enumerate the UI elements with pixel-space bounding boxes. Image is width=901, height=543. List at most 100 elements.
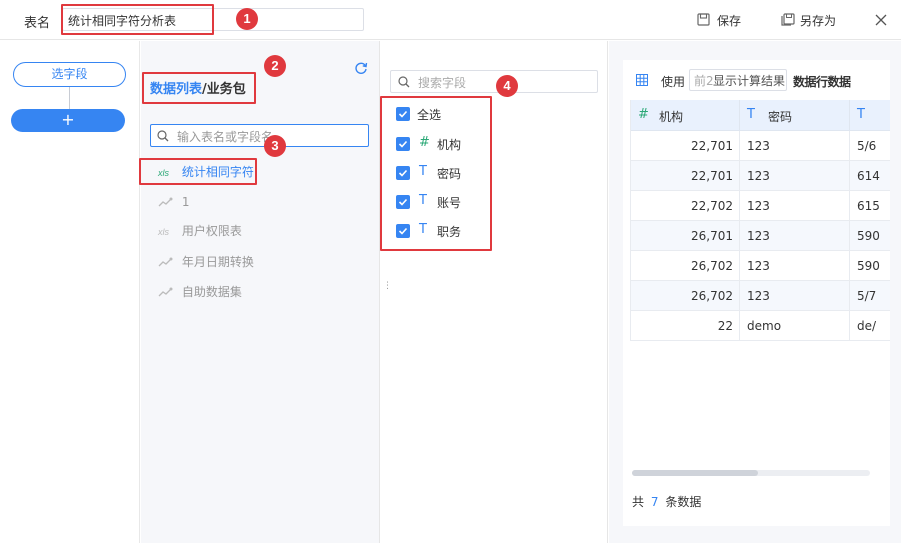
xls-icon: xls xyxy=(158,227,169,237)
preview-card: 使用 前2 显示计算结果 数据行数据 # 机构 T 密码 T 22,701 12… xyxy=(623,60,890,526)
dataset-icon xyxy=(158,287,173,296)
checkbox xyxy=(396,224,410,238)
add-step-button[interactable]: + xyxy=(11,109,125,132)
table-item-label: 年月日期转换 xyxy=(181,254,254,269)
table-search-input[interactable]: 输入表名或字段名 xyxy=(150,124,369,147)
data-rows-label: 数据行数据 xyxy=(793,75,851,89)
cell-3: 590 xyxy=(857,259,880,273)
record-count-value: 7 xyxy=(650,495,659,509)
dataset-icon xyxy=(158,197,173,206)
checkbox xyxy=(396,166,410,180)
table-body: 22,701 123 5/6 22,701 123 614 22,702 123… xyxy=(630,131,890,341)
table-name-input[interactable]: 统计相同字符分析表 xyxy=(62,8,364,31)
cell-mima: 123 xyxy=(747,199,770,213)
table-item-label: 自助数据集 xyxy=(181,284,242,299)
column-header-mima[interactable]: 密码 xyxy=(768,108,792,125)
number-type-icon: # xyxy=(638,107,649,122)
table-item-user-permissions[interactable]: xls 用户权限表 xyxy=(158,222,242,240)
save-as-label: 另存为 xyxy=(800,14,837,28)
select-all-label: 全选 xyxy=(417,108,442,122)
field-label: 机构 xyxy=(437,138,462,152)
scrollbar-thumb[interactable] xyxy=(632,470,758,476)
field-label: 账号 xyxy=(437,196,462,210)
select-fields-step[interactable]: 选字段 xyxy=(13,62,126,87)
cell-mima: 123 xyxy=(747,229,770,243)
use-label: 使用 xyxy=(661,75,686,89)
table-header-row: # 机构 T 密码 T xyxy=(630,100,890,131)
table-item-label: 1 xyxy=(181,194,190,209)
save-label: 保存 xyxy=(717,14,742,28)
text-type-icon: T xyxy=(419,193,427,208)
cell-jigou: 26,702 xyxy=(691,289,733,303)
field-label: 职务 xyxy=(437,225,462,239)
table-name-value: 统计相同字符分析表 xyxy=(68,14,177,28)
search-icon xyxy=(157,130,169,142)
cell-mima: 123 xyxy=(747,289,770,303)
annotation-badge-1: 1 xyxy=(236,8,258,30)
fields-panel: 搜索字段 xyxy=(381,41,608,543)
record-count-suffix: 条数据 xyxy=(665,495,702,509)
tab-business-pack[interactable]: 业务包 xyxy=(207,82,246,97)
table-row: 22,702 123 615 xyxy=(630,191,890,221)
horizontal-scrollbar[interactable] xyxy=(632,470,870,476)
cell-mima: demo xyxy=(747,319,782,333)
cell-mima: 123 xyxy=(747,259,770,273)
source-tabs: 数据列表/业务包 xyxy=(150,78,246,97)
tab-data-list[interactable]: 数据列表 xyxy=(150,82,202,97)
text-type-icon: T xyxy=(419,222,427,237)
cell-jigou: 26,702 xyxy=(691,259,733,273)
table-row: 22,701 123 5/6 xyxy=(630,131,890,161)
left-panel: 选字段 + xyxy=(0,41,140,543)
number-type-icon: # xyxy=(419,135,430,150)
table-row: 26,701 123 590 xyxy=(630,221,890,251)
cell-jigou: 26,701 xyxy=(691,229,733,243)
table-item-label: 统计相同字符 xyxy=(181,165,254,179)
table-grid-icon xyxy=(636,74,648,86)
table-item-date-conversion[interactable]: 年月日期转换 xyxy=(158,252,254,270)
refresh-icon[interactable] xyxy=(354,61,368,75)
text-type-icon: T xyxy=(857,107,865,122)
table-row: 26,702 123 5/7 xyxy=(630,281,890,311)
cell-jigou: 22,702 xyxy=(691,199,733,213)
table-row: 22 demo de/ xyxy=(630,311,890,341)
panel-resize-handle[interactable]: ⋮ xyxy=(383,282,392,296)
table-row: 22,701 123 614 xyxy=(630,161,890,191)
cell-jigou: 22,701 xyxy=(691,139,733,153)
checkbox xyxy=(396,137,410,151)
table-row: 26,702 123 590 xyxy=(630,251,890,281)
cell-3: 590 xyxy=(857,229,880,243)
field-label: 密码 xyxy=(437,167,462,181)
text-type-icon: T xyxy=(419,164,427,179)
show-calc-result-toggle[interactable]: 显示计算结果 xyxy=(713,72,785,89)
checkbox xyxy=(396,107,410,121)
table-item-label: 用户权限表 xyxy=(181,224,242,238)
record-count: 共 7 条数据 xyxy=(632,493,701,510)
checkbox xyxy=(396,195,410,209)
cell-3: 5/6 xyxy=(857,139,877,153)
annotation-badge-4: 4 xyxy=(496,75,518,97)
table-item-tongji[interactable]: xls 统计相同字符 xyxy=(158,163,254,181)
cell-jigou: 22 xyxy=(717,319,733,333)
save-as-icon xyxy=(781,13,795,26)
column-header-jigou[interactable]: 机构 xyxy=(659,108,683,125)
step-connector xyxy=(69,87,70,109)
table-search-placeholder: 输入表名或字段名 xyxy=(177,130,274,144)
save-icon xyxy=(697,13,710,26)
record-count-prefix: 共 xyxy=(632,495,645,509)
field-search-input[interactable]: 搜索字段 xyxy=(390,70,598,93)
cell-3: 5/7 xyxy=(857,289,877,303)
cell-3: 615 xyxy=(857,199,880,213)
table-item-self-service[interactable]: 自助数据集 xyxy=(158,282,242,300)
table-item-1[interactable]: 1 xyxy=(158,192,189,210)
cell-3: 614 xyxy=(857,169,880,183)
xls-icon: xls xyxy=(158,168,169,178)
close-icon[interactable] xyxy=(875,14,887,26)
top-bar: 表名 统计相同字符分析表 保存 另存为 xyxy=(0,0,901,40)
row-count-value: 前2 xyxy=(694,74,714,88)
dataset-icon xyxy=(158,257,173,266)
cell-jigou: 22,701 xyxy=(691,169,733,183)
table-name-label: 表名 xyxy=(24,16,51,31)
cell-3: de/ xyxy=(857,319,877,333)
field-search-placeholder: 搜索字段 xyxy=(418,76,467,90)
annotation-badge-3: 3 xyxy=(264,135,286,157)
